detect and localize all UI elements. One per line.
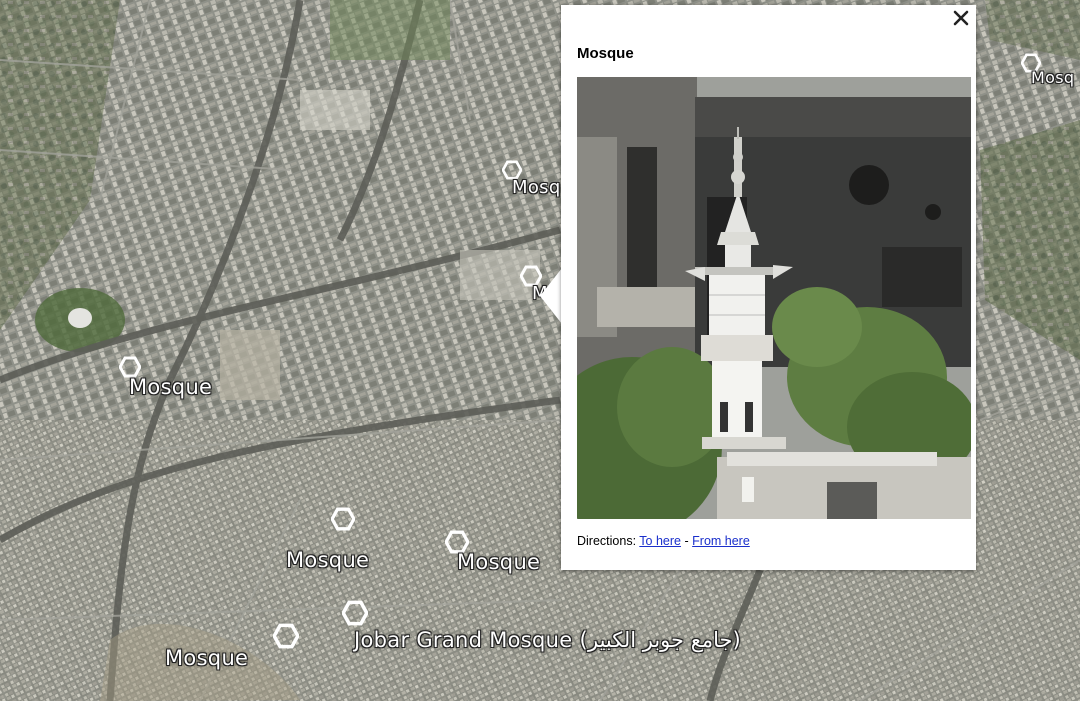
placemark-label: Mosque	[457, 550, 541, 574]
placemark-label: Mosque	[129, 375, 213, 399]
directions-separator: -	[684, 534, 689, 548]
minaret-image	[577, 77, 971, 519]
hexagon-pin-icon	[331, 507, 355, 531]
placemark-label: Mosque	[165, 646, 249, 670]
hexagon-pin-icon	[273, 623, 299, 649]
directions-row: Directions: To here - From here	[577, 534, 750, 548]
directions-to-here-link[interactable]: To here	[639, 534, 681, 548]
directions-from-here-link[interactable]: From here	[692, 534, 750, 548]
hexagon-pin-icon	[342, 600, 368, 626]
close-icon[interactable]	[952, 9, 970, 27]
balloon-title: Mosque	[577, 45, 634, 62]
info-balloon: Mosque Directions: To here - From here	[561, 5, 976, 570]
placemark-label: Mosque	[286, 548, 370, 572]
mosque-photo	[577, 77, 971, 519]
placemark-label: Jobar Grand Mosque (جامع جوبر الكبير)	[354, 628, 741, 652]
directions-label: Directions:	[577, 534, 637, 548]
balloon-pointer	[540, 268, 562, 324]
placemark-label: Mosq	[1031, 68, 1075, 87]
